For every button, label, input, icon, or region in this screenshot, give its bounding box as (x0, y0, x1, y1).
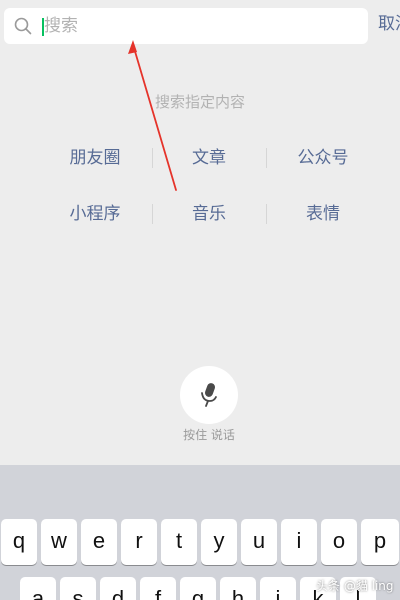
category-moments[interactable]: 朋友圈 (38, 146, 152, 170)
cancel-button[interactable]: 取消 (378, 12, 400, 36)
category-mini-programs[interactable]: 小程序 (38, 202, 152, 226)
key-p[interactable]: p (361, 519, 399, 565)
key-t[interactable]: t (161, 519, 197, 565)
key-h[interactable]: h (220, 577, 256, 600)
search-hint: 搜索指定内容 (154, 93, 245, 111)
key-w[interactable]: w (41, 519, 77, 565)
key-i[interactable]: i (281, 519, 317, 565)
key-f[interactable]: f (140, 577, 176, 600)
key-y[interactable]: y (201, 519, 237, 565)
microphone-icon (201, 383, 217, 407)
category-music[interactable]: 音乐 (152, 202, 266, 226)
key-a[interactable]: a (20, 577, 56, 600)
key-d[interactable]: d (100, 577, 136, 600)
key-o[interactable]: o (321, 519, 357, 565)
search-screen: 搜索 取消 搜索指定内容 朋友圈 文章 公众号 小程序 音乐 表情 按住 说话 … (0, 0, 400, 600)
voice-input-button[interactable] (180, 366, 238, 424)
key-j[interactable]: j (260, 577, 296, 600)
search-icon (14, 17, 32, 35)
key-u[interactable]: u (241, 519, 277, 565)
search-placeholder: 搜索 (44, 16, 78, 36)
key-e[interactable]: e (81, 519, 117, 565)
search-input[interactable]: 搜索 (4, 8, 368, 44)
category-articles[interactable]: 文章 (152, 146, 266, 170)
key-s[interactable]: s (60, 577, 96, 600)
category-official-accounts[interactable]: 公众号 (266, 146, 380, 170)
category-stickers[interactable]: 表情 (266, 202, 380, 226)
key-q[interactable]: q (1, 519, 37, 565)
watermark-text: 头条 @貓 ling (316, 579, 394, 593)
key-g[interactable]: g (180, 577, 216, 600)
voice-input-label: 按住 说话 (183, 428, 235, 442)
key-r[interactable]: r (121, 519, 157, 565)
